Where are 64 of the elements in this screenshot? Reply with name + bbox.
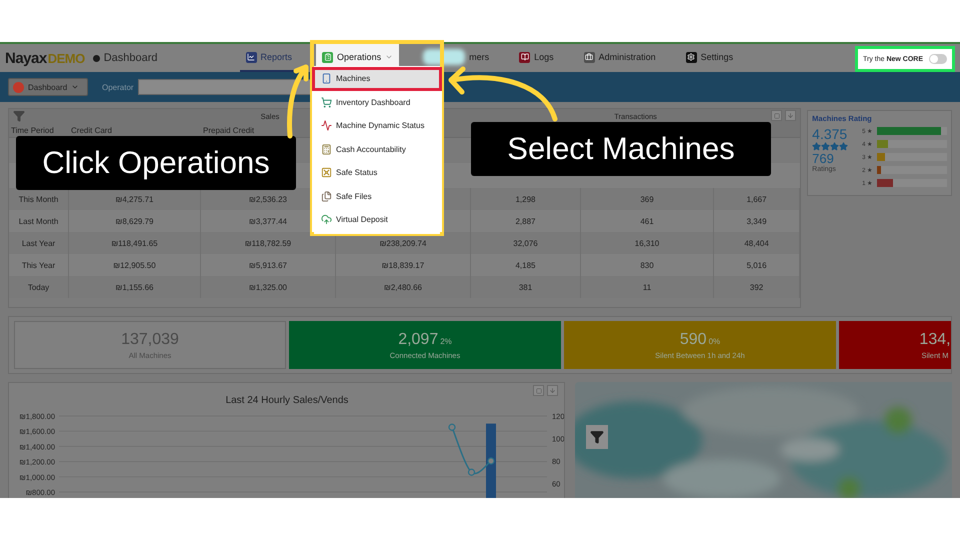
star-icon [830,142,840,151]
status-count: 2,097 2% [398,330,452,348]
toggle-switch[interactable] [929,54,947,64]
cart-icon [321,96,332,108]
menu-item[interactable]: Safe Files [312,184,442,208]
menu-item[interactable]: Machine Dynamic Status [312,114,442,138]
files-icon [321,190,332,202]
data-point [468,468,476,476]
chart-title: Last 24 Hourly Sales/Vends [226,395,348,406]
filter-icon[interactable] [13,110,25,122]
table-cell: ₪2,480.66 [336,276,471,298]
column-header: Time Period [10,126,54,134]
cloud-upload-icon [321,214,332,226]
table-cell: 392 [714,276,800,298]
operator-label: Operator [102,82,134,92]
filter-button[interactable] [586,425,608,449]
star-icon [812,142,822,151]
page-title: Dashboard [104,52,158,64]
rating-count: 769 [812,151,834,166]
expand-icon[interactable] [771,110,782,121]
star-icon [839,142,848,151]
rating-score: 4.375 [812,126,848,142]
caret-icon [385,53,394,61]
menu-item[interactable]: Virtual Deposit [312,208,442,232]
column-header: Prepaid Credit [202,126,254,134]
nav-tab[interactable]: Logs [513,44,560,72]
safe-icon [321,167,332,178]
status-dot [92,54,100,62]
nav-tab[interactable]: Settings [680,44,740,72]
table-cell: Today [9,276,69,298]
filter-icon [590,430,604,444]
download-icon[interactable] [547,385,558,396]
menu-item[interactable]: Cash Accountability [312,138,442,161]
column-header: Credit Card [70,126,112,134]
star-icon [821,142,830,151]
download-icon[interactable] [785,110,796,121]
callout-label: Select Machines [471,122,771,176]
menu-item[interactable]: Safe Status [312,161,442,184]
status-count: 134, [919,330,951,348]
caret-icon [71,83,80,91]
clipboard-icon [322,52,334,62]
table-cell: ₪1,155.66 [69,276,201,298]
chart-icon [246,52,257,62]
calculator-icon [321,144,332,155]
nav-tab[interactable]: Administration [578,44,662,72]
pulse-icon [321,120,332,132]
table-cell: ₪1,325.00 [201,276,336,298]
operator-field[interactable] [138,79,312,95]
callout-label: Click Operations [16,136,296,190]
book-icon [519,52,530,62]
table-cell: 381 [471,276,581,298]
menu-item[interactable]: Machines [312,67,442,90]
table-cell: 11 [581,276,714,298]
logo: NayaxDEMO [5,50,85,66]
status-count: 590 0% [680,330,720,348]
menu-item[interactable]: Inventory Dashboard [312,90,442,114]
expand-icon[interactable] [533,385,544,396]
data-point [487,457,495,465]
view-dropdown[interactable]: Dashboard [8,78,88,96]
data-point [448,424,456,431]
settings-icon [686,52,697,62]
phone-icon [321,73,332,84]
blurred-patch [423,49,466,65]
briefcase-icon [584,52,595,62]
